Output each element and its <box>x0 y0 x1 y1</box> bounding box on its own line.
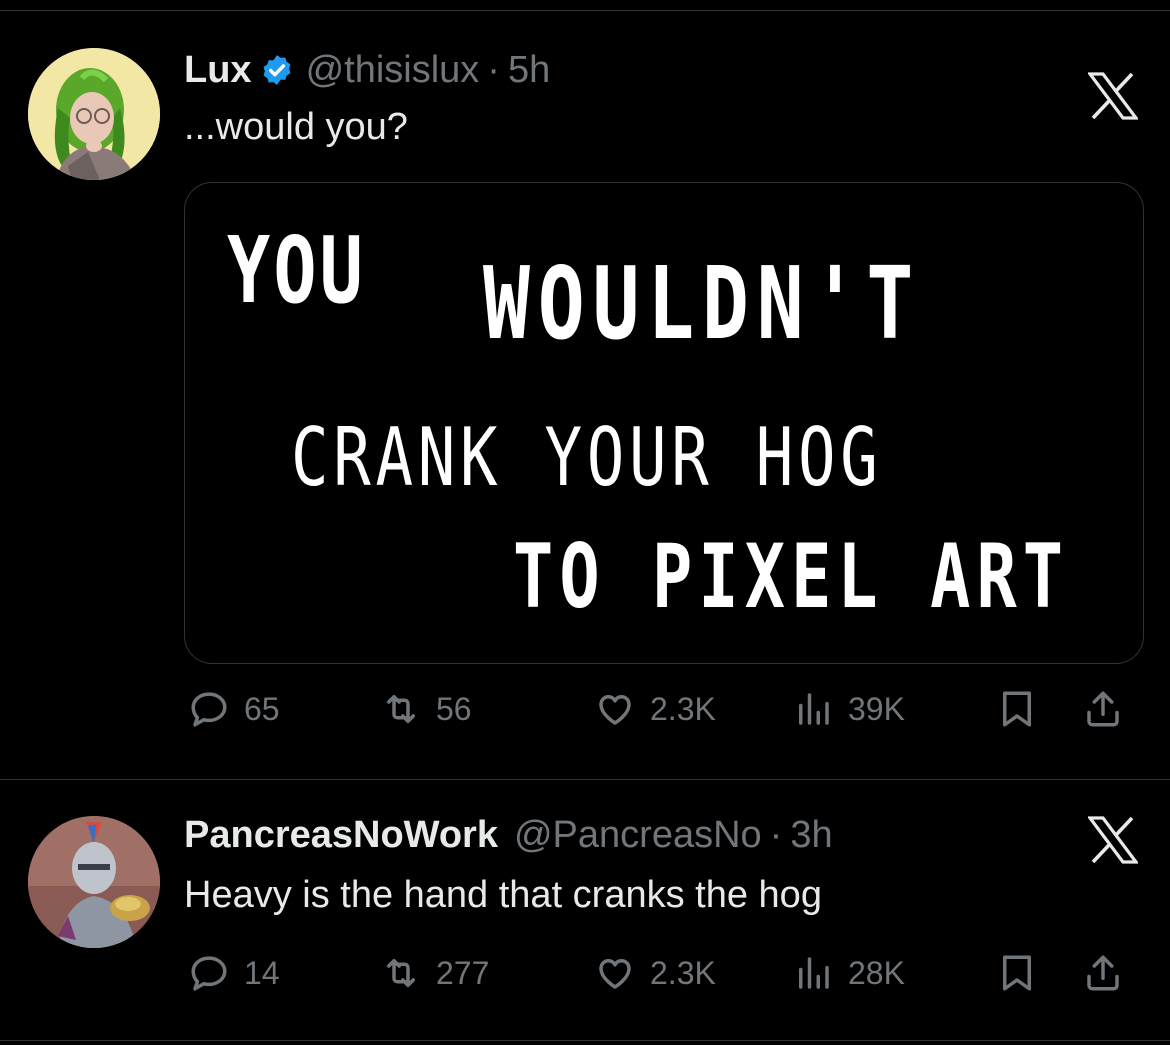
like-count: 2.3K <box>650 954 716 991</box>
separator-dot: · <box>487 49 500 91</box>
bookmark-button[interactable] <box>996 688 1038 735</box>
bookmark-button[interactable] <box>996 952 1038 999</box>
share-button[interactable] <box>1082 952 1124 999</box>
reply-button[interactable]: 65 <box>188 688 280 730</box>
share-upload-icon <box>1087 955 1119 991</box>
x-logo-icon <box>1086 72 1140 120</box>
author-handle[interactable]: @PancreasNo <box>514 814 762 857</box>
bar-chart-icon <box>799 957 829 989</box>
reply-count: 65 <box>244 690 280 727</box>
bookmark-icon <box>1003 691 1031 727</box>
tweet-header: PancreasNoWork @PancreasNo · 3h <box>184 814 833 857</box>
bottom-divider <box>0 1040 1170 1041</box>
speech-bubble-icon <box>191 956 227 991</box>
bar-chart-icon <box>799 693 829 725</box>
views-count: 28K <box>848 954 905 991</box>
author-handle[interactable]: @thisislux <box>306 49 480 92</box>
x-logo-icon <box>1086 816 1140 864</box>
tweet-1[interactable]: Lux @thisislux · 5h ...would you? YOU WO… <box>0 0 1170 780</box>
views-button[interactable]: 39K <box>792 688 905 730</box>
heart-icon <box>599 959 631 989</box>
like-button[interactable]: 2.3K <box>594 952 716 994</box>
reply-count: 14 <box>244 954 280 991</box>
share-button[interactable] <box>1082 688 1124 735</box>
like-count: 2.3K <box>650 690 716 727</box>
avatar-pancreasnowork[interactable] <box>28 816 160 948</box>
share-upload-icon <box>1087 691 1119 727</box>
bookmark-icon <box>1003 955 1031 991</box>
speech-bubble-icon <box>191 692 227 727</box>
media-line-wouldnt: WOULDN'T <box>483 245 922 362</box>
author-name[interactable]: Lux <box>184 49 252 92</box>
tweet-media-image[interactable]: YOU WOULDN'T CRANK YOUR HOG TO PIXEL ART <box>184 182 1144 664</box>
tweet-actions: 14 277 2.3K 28K <box>184 952 1144 1002</box>
tweet-text: ...would you? <box>184 106 408 148</box>
reply-button[interactable]: 14 <box>188 952 280 994</box>
timestamp[interactable]: 3h <box>790 814 832 857</box>
verified-badge-icon <box>260 53 294 87</box>
repost-arrows-icon <box>387 695 415 723</box>
heart-icon <box>599 695 631 725</box>
repost-count: 277 <box>436 954 490 991</box>
author-name[interactable]: PancreasNoWork <box>184 814 498 857</box>
repost-button[interactable]: 277 <box>380 952 489 994</box>
timestamp[interactable]: 5h <box>508 49 550 92</box>
repost-count: 56 <box>436 690 472 727</box>
media-line-crank: CRANK YOUR HOG <box>291 411 883 504</box>
separator-dot: · <box>769 814 783 856</box>
views-button[interactable]: 28K <box>792 952 905 994</box>
tweet-actions: 65 56 2.3K 39K <box>184 688 1144 738</box>
like-button[interactable]: 2.3K <box>594 688 716 730</box>
tweet-header: Lux @thisislux · 5h <box>184 48 550 92</box>
repost-arrows-icon <box>387 959 415 987</box>
media-line-pixel-art: TO PIXEL ART <box>513 525 1070 628</box>
repost-button[interactable]: 56 <box>380 688 472 730</box>
media-line-you: YOU <box>227 217 366 324</box>
tweet-text: Heavy is the hand that cranks the hog <box>184 874 822 916</box>
tweet-2[interactable]: PancreasNoWork @PancreasNo · 3h Heavy is… <box>0 780 1170 1045</box>
views-count: 39K <box>848 690 905 727</box>
avatar-lux[interactable] <box>28 48 160 180</box>
